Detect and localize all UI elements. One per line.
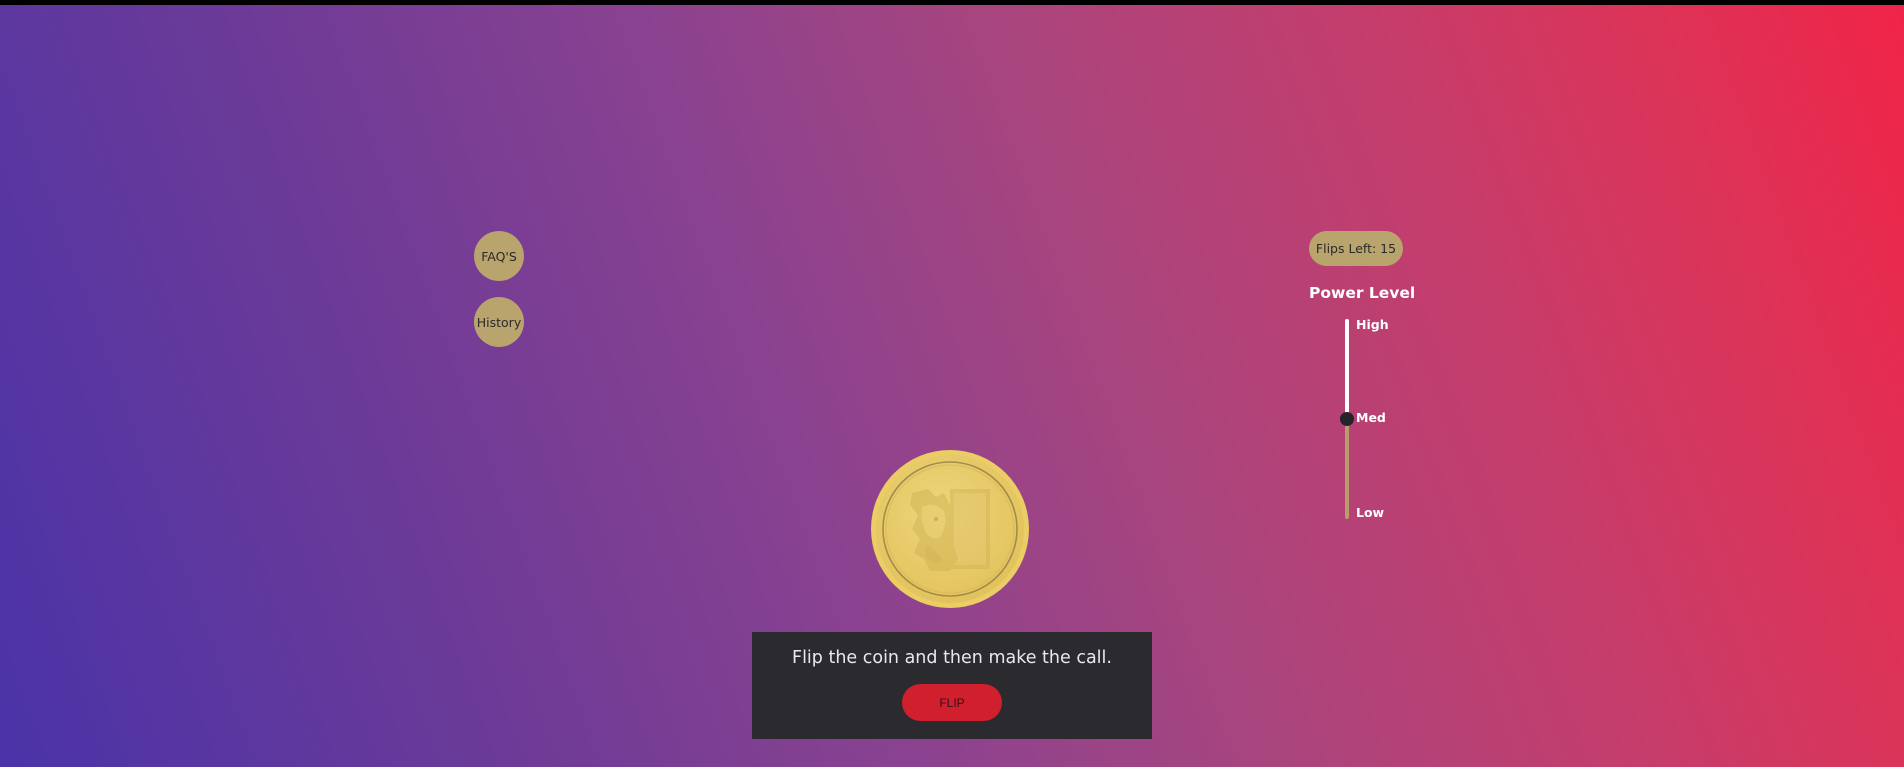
power-level-high-label: High	[1356, 317, 1389, 332]
flip-panel: Flip the coin and then make the call. FL…	[752, 632, 1152, 739]
power-level-med-label: Med	[1356, 410, 1386, 425]
faq-button[interactable]: FAQ'S	[474, 231, 524, 281]
coin[interactable]	[870, 449, 1030, 609]
flip-button[interactable]: FLIP	[902, 684, 1002, 721]
instruction-text: Flip the coin and then make the call.	[792, 648, 1112, 668]
top-border	[0, 0, 1904, 5]
power-level-slider-handle[interactable]	[1340, 412, 1354, 426]
power-level-title: Power Level	[1309, 284, 1416, 302]
flips-left-badge: Flips Left: 15	[1309, 231, 1403, 266]
lion-logo-coin-icon	[871, 450, 1029, 608]
power-level-low-label: Low	[1356, 505, 1385, 520]
history-button[interactable]: History	[474, 297, 524, 347]
